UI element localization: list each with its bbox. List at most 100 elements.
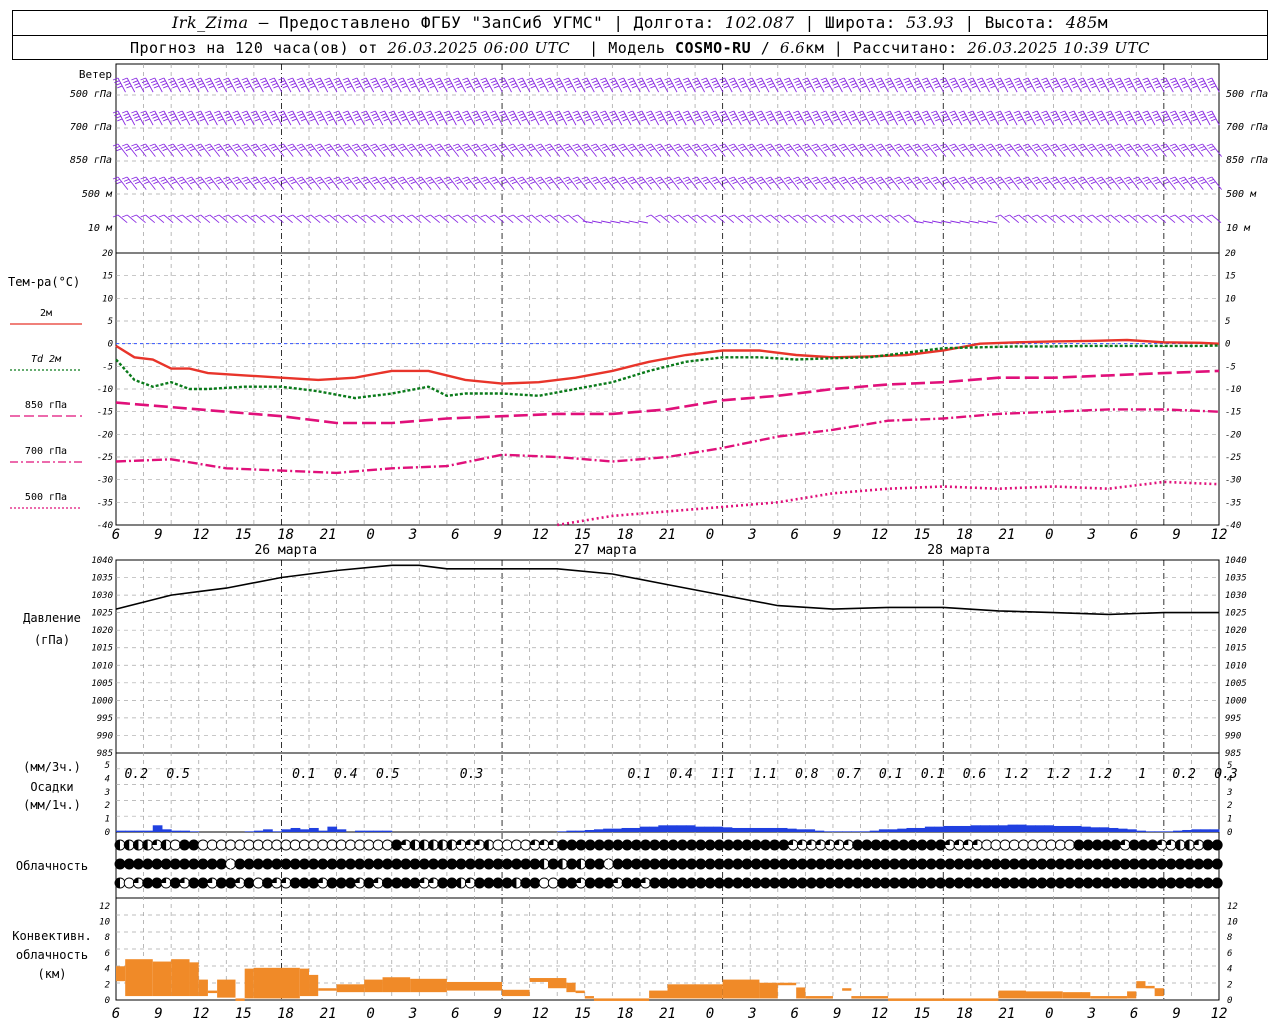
wind-barb-staff bbox=[494, 214, 505, 224]
wind-barb bbox=[572, 176, 588, 190]
wind-barb-staff bbox=[650, 214, 661, 224]
wind-barb bbox=[995, 176, 1011, 190]
wind-barb-staff bbox=[926, 110, 935, 126]
wind-barb-feather bbox=[1125, 178, 1132, 182]
wind-barb-feather bbox=[628, 80, 635, 84]
wind-barb-feather bbox=[1004, 176, 1010, 180]
wind-barb-feather bbox=[572, 214, 578, 218]
wind-barb-feather bbox=[123, 145, 130, 149]
wind-barb-staff bbox=[871, 77, 880, 93]
wind-barb bbox=[471, 143, 487, 157]
wind-barb-feather bbox=[645, 176, 652, 180]
cloud-cover-symbol bbox=[1064, 858, 1076, 870]
wind-barb-feather bbox=[610, 80, 616, 84]
wind-barb-feather bbox=[508, 110, 514, 114]
wind-barb-feather bbox=[539, 148, 545, 152]
wind-barb-feather bbox=[167, 176, 174, 180]
wind-barb-feather bbox=[776, 113, 782, 117]
convective-bar bbox=[1062, 992, 1091, 999]
wind-barb-staff bbox=[944, 77, 954, 93]
wind-barb-staff bbox=[715, 110, 724, 126]
wind-barb-feather bbox=[140, 143, 146, 147]
wind-barb-feather bbox=[1079, 178, 1086, 182]
cloud-cover-symbol bbox=[944, 840, 950, 845]
wind-barb-feather bbox=[962, 148, 968, 152]
wind-barb-staff bbox=[742, 214, 753, 224]
wind-barb-feather bbox=[452, 77, 459, 81]
wind-barb-feather bbox=[840, 178, 847, 182]
wind-barb bbox=[903, 176, 919, 190]
cloud-cover-symbol bbox=[935, 858, 947, 870]
wind-level-left: 700 гПа bbox=[70, 122, 112, 133]
cloud-cover-symbol bbox=[963, 840, 969, 845]
wind-barb-staff bbox=[941, 220, 952, 224]
cloud-cover-symbol bbox=[750, 858, 762, 870]
cloud-cover-symbol bbox=[492, 877, 504, 889]
meteogram: 20 2015 1510 105 50 0-5 -5-10 -10-15 -15-20 -20-2… bbox=[8, 63, 1268, 1022]
wind-barb-feather bbox=[1201, 148, 1207, 152]
wind-barb-feather bbox=[1146, 118, 1152, 122]
wind-barb-staff bbox=[568, 214, 578, 224]
wind-barb-staff bbox=[181, 110, 191, 126]
wind-barb-feather bbox=[327, 82, 333, 86]
wind-barb-feather bbox=[489, 176, 496, 180]
wind-barb-feather bbox=[850, 115, 857, 119]
wind-barb-feather bbox=[475, 148, 481, 152]
wind-barb-staff bbox=[1183, 110, 1193, 126]
wind-barb-feather bbox=[474, 115, 480, 119]
wind-barb-feather bbox=[904, 113, 911, 117]
wind-barb-feather bbox=[665, 113, 672, 117]
wind-barb-feather bbox=[987, 145, 994, 149]
cloud-cover-symbol bbox=[1174, 858, 1186, 870]
wind-barb-feather bbox=[445, 145, 451, 149]
wind-barb-staff bbox=[338, 214, 349, 224]
cloud-cover-symbol bbox=[252, 839, 264, 851]
wind-barb-staff bbox=[862, 77, 871, 93]
wind-barb-feather bbox=[167, 214, 174, 218]
wind-barb-feather bbox=[583, 145, 589, 149]
wind-barb-staff bbox=[871, 214, 882, 224]
wind-barb-feather bbox=[234, 178, 240, 182]
wind-barb-feather bbox=[638, 145, 644, 149]
wind-barb-feather bbox=[160, 113, 166, 117]
wind-barb bbox=[361, 176, 377, 190]
wind-barb-feather bbox=[1134, 145, 1141, 149]
wind-barb-feather bbox=[838, 176, 845, 180]
wind-barb-feather bbox=[728, 143, 735, 147]
wind-barb bbox=[241, 176, 257, 190]
wind-level-right: 700 гПа bbox=[1226, 122, 1268, 133]
precip-bar bbox=[731, 827, 742, 832]
wind-barb-feather bbox=[1079, 145, 1086, 149]
cloud-cover-symbol bbox=[575, 859, 581, 869]
wind-barb bbox=[563, 176, 579, 190]
wind-barb-feather bbox=[621, 82, 627, 86]
wind-barb bbox=[1114, 143, 1131, 157]
wind-barb-feather bbox=[336, 115, 342, 119]
wind-barb-feather bbox=[1136, 148, 1143, 152]
wind-barb-staff bbox=[117, 110, 126, 126]
wind-barb-feather bbox=[941, 113, 947, 117]
wind-barb-feather bbox=[658, 148, 665, 152]
wind-barb-feather bbox=[622, 85, 628, 89]
wind-barb-feather bbox=[758, 145, 764, 149]
wind-barb-feather bbox=[686, 148, 692, 152]
wind-barb-feather bbox=[526, 77, 532, 81]
wind-barb-feather bbox=[307, 113, 313, 117]
wind-barb-feather bbox=[1025, 115, 1031, 119]
wind-barb bbox=[1197, 143, 1213, 157]
wind-barb-feather bbox=[572, 176, 578, 180]
precip-bar bbox=[814, 830, 825, 832]
cloud-cover-symbol bbox=[547, 858, 559, 870]
wind-barb-feather bbox=[749, 82, 756, 86]
wind-barb-staff bbox=[1082, 214, 1093, 224]
wind-barb-feather bbox=[270, 80, 276, 84]
wind-barb-feather bbox=[1100, 181, 1106, 185]
wind-barb-feather bbox=[923, 145, 929, 149]
cloud-cover-symbol bbox=[271, 839, 283, 851]
wind-barb-feather bbox=[245, 118, 252, 122]
cloud-cover-symbol bbox=[142, 858, 154, 870]
wind-barb-feather bbox=[875, 214, 882, 218]
wind-barb-feather bbox=[217, 148, 223, 152]
wind-barb-feather bbox=[989, 181, 996, 185]
wind-barb-feather bbox=[383, 85, 389, 89]
